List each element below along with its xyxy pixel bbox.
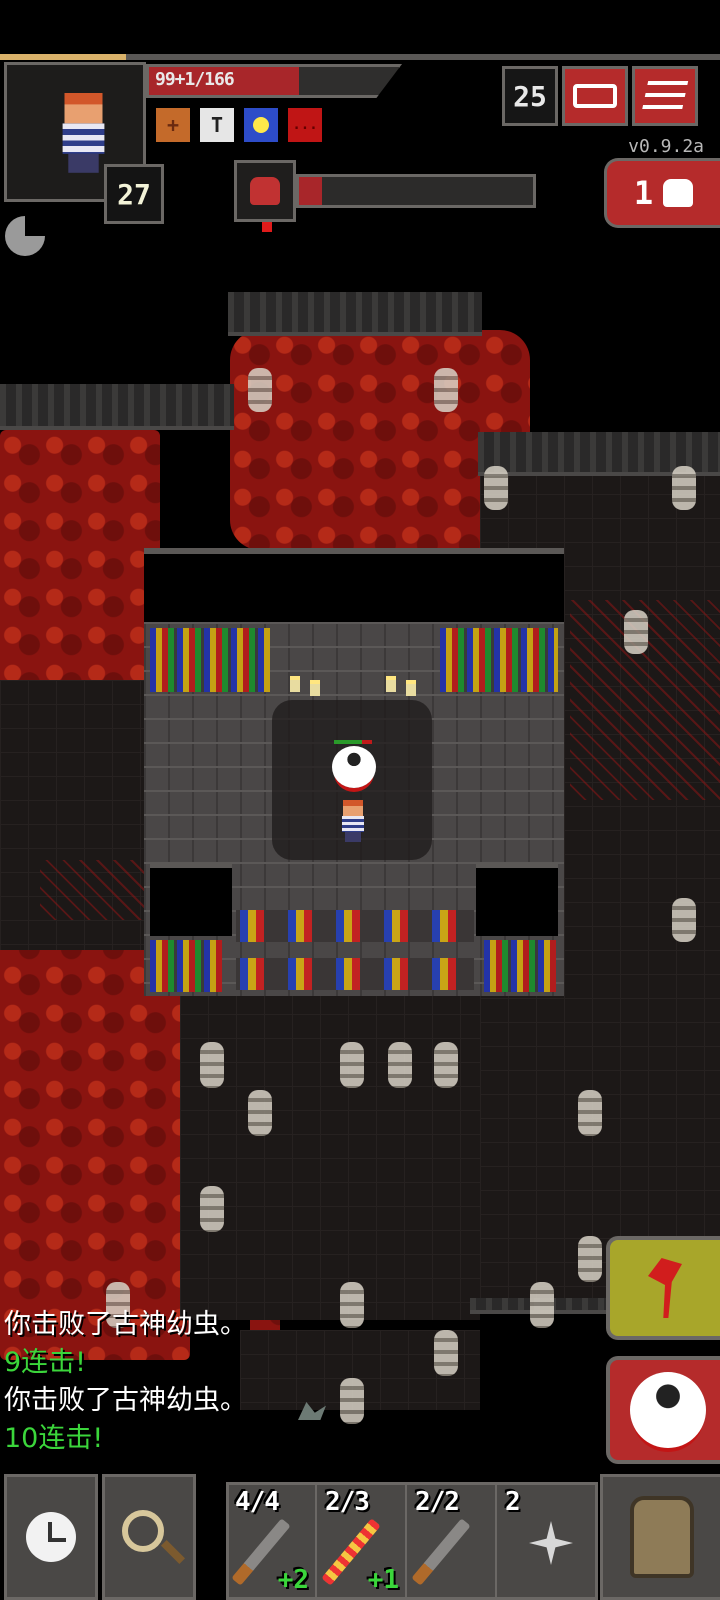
buff-regen-glyph: + bbox=[166, 113, 180, 137]
skull-pile bbox=[434, 1042, 458, 1088]
axe-icon bbox=[648, 1258, 682, 1318]
skull-pile bbox=[388, 1042, 412, 1088]
attack-button[interactable] bbox=[606, 1236, 720, 1340]
buff-light-icon[interactable] bbox=[244, 108, 278, 142]
health-bar: 99+1/166 bbox=[146, 64, 402, 98]
depth-button[interactable]: 25 bbox=[502, 66, 558, 126]
depth-number: 25 bbox=[513, 79, 547, 113]
visible-enemies-count: 1 bbox=[633, 174, 654, 212]
skull-pile bbox=[672, 898, 696, 942]
skull-pile bbox=[672, 466, 696, 510]
candle bbox=[406, 680, 416, 696]
blood-cracks bbox=[40, 860, 150, 920]
quickslot-3[interactable]: 2/2 bbox=[409, 1485, 497, 1597]
backpack-button[interactable] bbox=[600, 1474, 720, 1600]
experience-bar bbox=[0, 54, 126, 60]
health-text: 99+1/166 bbox=[155, 69, 235, 90]
quickslot-upgrade: +1 bbox=[367, 1565, 399, 1595]
floor bbox=[180, 990, 480, 1320]
clock-icon bbox=[26, 1512, 76, 1562]
quickslot-charges: 4/4 bbox=[235, 1487, 280, 1517]
skull-icon bbox=[663, 179, 694, 207]
quickslot-bar: 4/4 +2 2/3 +1 2/2 2 bbox=[226, 1482, 598, 1600]
skull-pile bbox=[340, 1378, 364, 1424]
skull-pile bbox=[530, 1282, 554, 1328]
boss-health-bar bbox=[296, 174, 536, 208]
candle bbox=[290, 676, 300, 692]
candle bbox=[310, 680, 320, 696]
wait-button[interactable] bbox=[4, 1474, 98, 1600]
log-entry: 10连击! bbox=[4, 1423, 104, 1454]
wand-icon bbox=[411, 1518, 471, 1586]
boss-debuff-icon bbox=[262, 222, 272, 232]
quickslot-charges: 2/3 bbox=[325, 1487, 370, 1517]
target-enemy-button[interactable] bbox=[606, 1356, 720, 1464]
version-label: v0.9.2a bbox=[628, 136, 704, 157]
buff-combo-icon[interactable]: ... bbox=[288, 108, 322, 142]
skull-pile bbox=[484, 466, 508, 510]
altar-carpet bbox=[236, 910, 474, 942]
enemy-health-bar bbox=[334, 740, 372, 744]
journal-icon bbox=[573, 84, 617, 108]
boss-health-fill bbox=[299, 177, 323, 205]
stained-glass bbox=[484, 940, 556, 992]
skull-pile bbox=[434, 1330, 458, 1376]
shuriken-icon bbox=[529, 1521, 573, 1565]
danger-indicator[interactable]: 1 bbox=[604, 158, 720, 228]
buff-key-glyph: T bbox=[210, 113, 224, 137]
backpack-icon bbox=[629, 1496, 694, 1578]
hero-level: 27 bbox=[117, 177, 151, 211]
quickslot-4[interactable]: 2 bbox=[499, 1485, 595, 1597]
evil-eye-icon bbox=[630, 1372, 706, 1448]
busy-indicator-icon bbox=[5, 216, 45, 256]
boss-skull-icon bbox=[250, 177, 280, 205]
game-log: 你击败了古神幼虫。 9连击! 你击败了古神幼虫。 10连击! bbox=[4, 1306, 247, 1458]
hero-sprite[interactable] bbox=[338, 800, 368, 842]
quickslot-2[interactable]: 2/3 +1 bbox=[319, 1485, 407, 1597]
skull-pile bbox=[434, 368, 458, 412]
log-entry: 你击败了古神幼虫。 bbox=[4, 1385, 247, 1416]
quickslot-upgrade: +2 bbox=[277, 1565, 309, 1595]
quickslot-charges: 2/2 bbox=[415, 1487, 460, 1517]
skull-pile bbox=[624, 610, 648, 654]
boss-portrait[interactable] bbox=[234, 160, 296, 222]
skull-pile bbox=[200, 1186, 224, 1232]
skull-pile bbox=[200, 1042, 224, 1088]
buff-combo-glyph: ... bbox=[292, 117, 318, 133]
skull-pile bbox=[340, 1042, 364, 1088]
altar-carpet bbox=[236, 958, 474, 990]
skull-pile bbox=[340, 1282, 364, 1328]
menu-button[interactable] bbox=[632, 66, 698, 126]
search-button[interactable] bbox=[102, 1474, 196, 1600]
log-entry: 9连击! bbox=[4, 1347, 87, 1378]
skull-pile bbox=[248, 368, 272, 412]
quickslot-1[interactable]: 4/4 +2 bbox=[229, 1485, 317, 1597]
wall bbox=[228, 292, 482, 336]
magnifier-icon bbox=[122, 1510, 164, 1552]
stained-glass bbox=[440, 628, 558, 692]
candle bbox=[386, 676, 396, 692]
log-entry: 你击败了古神幼虫。 bbox=[4, 1309, 247, 1340]
buff-key-icon[interactable]: T bbox=[200, 108, 234, 142]
journal-button[interactable] bbox=[562, 66, 628, 126]
temple-pillar-void bbox=[476, 862, 558, 936]
enemy-evil-eye[interactable] bbox=[332, 746, 376, 788]
wall bbox=[0, 384, 234, 430]
hero-portrait-sprite bbox=[55, 93, 112, 173]
stained-glass bbox=[150, 940, 222, 992]
temple-back-wall bbox=[144, 548, 564, 622]
skull-pile bbox=[578, 1090, 602, 1136]
quickslot-charges: 2 bbox=[505, 1487, 521, 1517]
temple-pillar-void bbox=[150, 862, 232, 936]
lava-pool bbox=[0, 960, 190, 1360]
skull-pile bbox=[578, 1236, 602, 1282]
hero-level-badge: 27 bbox=[104, 164, 164, 224]
buff-regen-icon[interactable]: + bbox=[156, 108, 190, 142]
menu-icon bbox=[641, 81, 689, 111]
stained-glass bbox=[150, 628, 270, 692]
skull-pile bbox=[248, 1090, 272, 1136]
